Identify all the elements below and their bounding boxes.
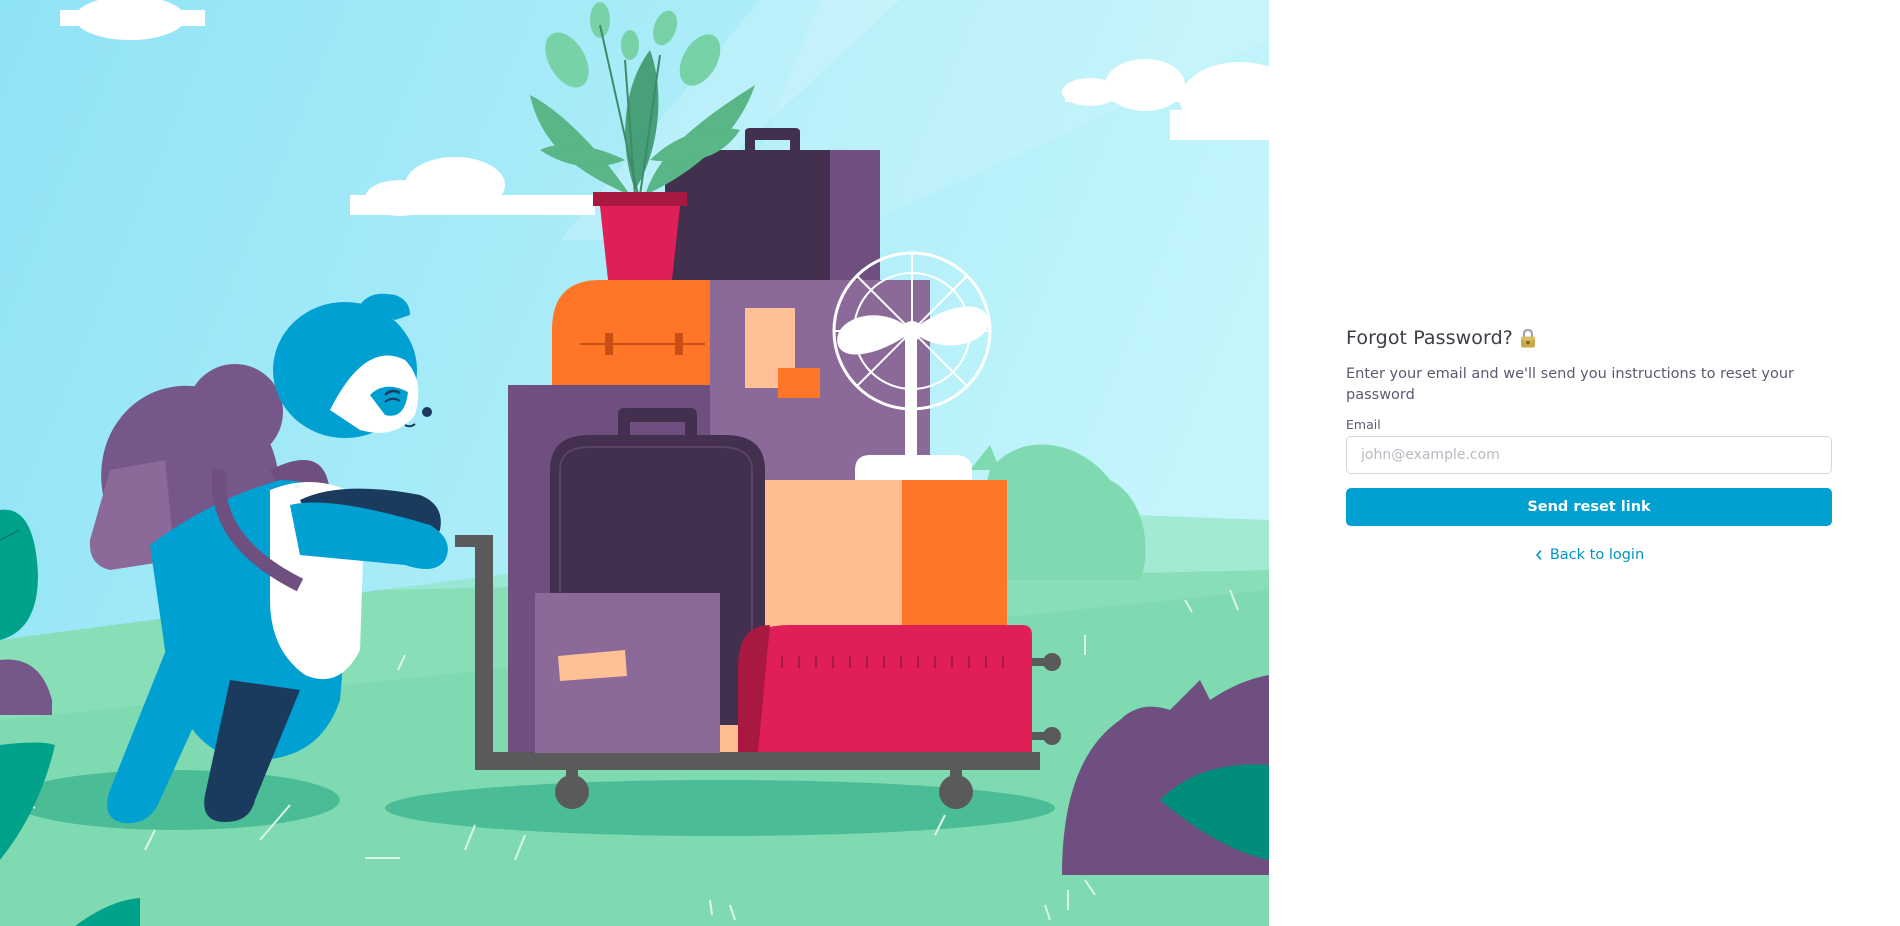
chevron-left-icon <box>1534 549 1544 561</box>
page-title: Forgot Password? <box>1346 327 1513 349</box>
auth-panel: Forgot Password? Enter your email and we… <box>1269 0 1900 926</box>
forgot-password-form: Forgot Password? Enter your email and we… <box>1346 325 1832 563</box>
send-reset-link-button[interactable]: Send reset link <box>1346 488 1832 526</box>
illustration-svg <box>0 0 1269 926</box>
title-row: Forgot Password? <box>1346 325 1832 351</box>
email-field[interactable] <box>1346 436 1832 474</box>
forgot-password-page: Forgot Password? Enter your email and we… <box>0 0 1900 926</box>
page-subtitle: Enter your email and we'll send you inst… <box>1346 366 1795 403</box>
lock-icon <box>1519 328 1537 348</box>
hero-illustration <box>0 0 1269 926</box>
back-to-login-label: Back to login <box>1549 547 1645 563</box>
back-to-login-link[interactable]: Back to login <box>1346 547 1832 563</box>
email-label: Email <box>1346 417 1381 432</box>
